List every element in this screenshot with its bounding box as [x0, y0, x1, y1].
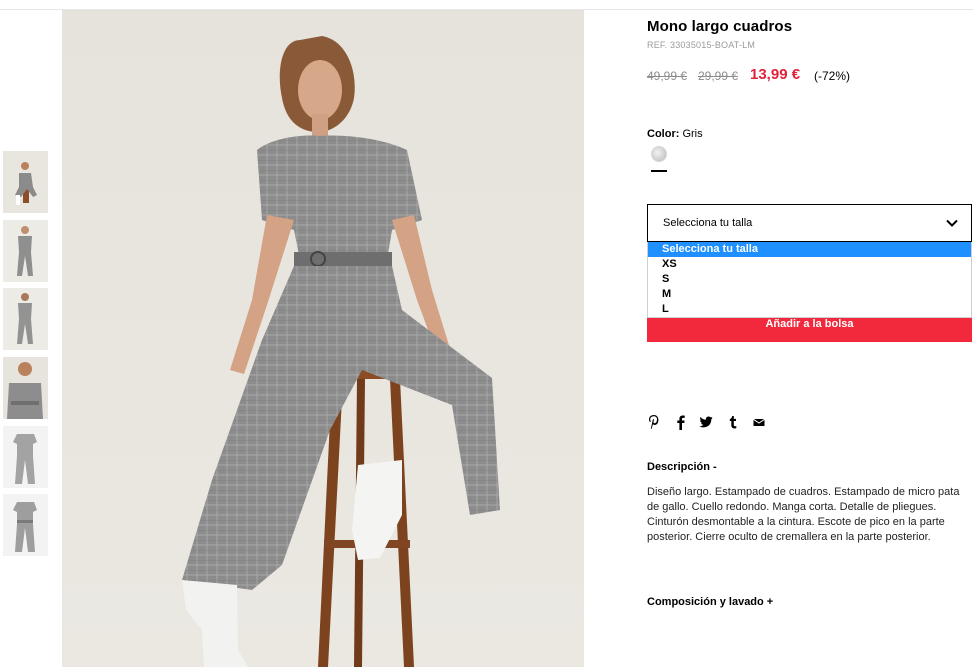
description-text: Diseño largo. Estampado de cuadros. Esta…: [647, 486, 960, 543]
size-select-value: Selecciona tu talla: [663, 217, 753, 229]
size-option-m[interactable]: M: [648, 287, 971, 302]
add-to-bag-button[interactable]: Añadir a la bolsa: [647, 318, 972, 342]
original-price-2: 29,99 €: [698, 69, 739, 83]
composition-toggle[interactable]: Composición y lavado +: [647, 596, 773, 608]
color-swatch-gris-icon[interactable]: [651, 146, 667, 162]
email-icon[interactable]: [752, 414, 766, 430]
size-options-list: Selecciona tu talla XS S M L: [647, 242, 972, 318]
thumbnail-6[interactable]: [3, 494, 48, 556]
color-value: Gris: [682, 128, 703, 140]
size-select[interactable]: Selecciona tu talla: [647, 204, 972, 242]
main-product-image: [62, 10, 584, 667]
thumbnail-2[interactable]: [3, 220, 48, 282]
twitter-icon[interactable]: [699, 414, 713, 430]
size-option-l[interactable]: L: [648, 302, 971, 317]
thumbnail-5[interactable]: [3, 426, 48, 488]
thumbnail-3[interactable]: [3, 288, 48, 350]
product-info-panel: Mono largo cuadros REF. 33035015-BOAT-LM…: [647, 0, 973, 667]
size-option-s[interactable]: S: [648, 272, 971, 287]
original-price-1: 49,99 €: [647, 69, 688, 83]
discount-badge: (-72%): [814, 69, 851, 83]
color-label-row: Color: Gris: [647, 128, 703, 140]
facebook-icon[interactable]: [674, 414, 688, 430]
tumblr-icon[interactable]: [726, 414, 740, 430]
description-toggle[interactable]: Descripción -: [647, 461, 717, 473]
size-option-xs[interactable]: XS: [648, 257, 971, 272]
size-option-placeholder[interactable]: Selecciona tu talla: [648, 242, 971, 257]
chevron-down-icon: [946, 219, 958, 227]
color-label: Color:: [647, 128, 680, 140]
thumbnail-1[interactable]: [3, 151, 48, 213]
sale-price: 13,99 €: [750, 66, 801, 83]
product-title: Mono largo cuadros: [647, 18, 793, 35]
product-reference: REF. 33035015-BOAT-LM: [647, 40, 756, 50]
swatch-selected-indicator: [651, 170, 667, 172]
thumbnail-4[interactable]: [3, 357, 48, 419]
pinterest-icon[interactable]: [647, 414, 661, 430]
